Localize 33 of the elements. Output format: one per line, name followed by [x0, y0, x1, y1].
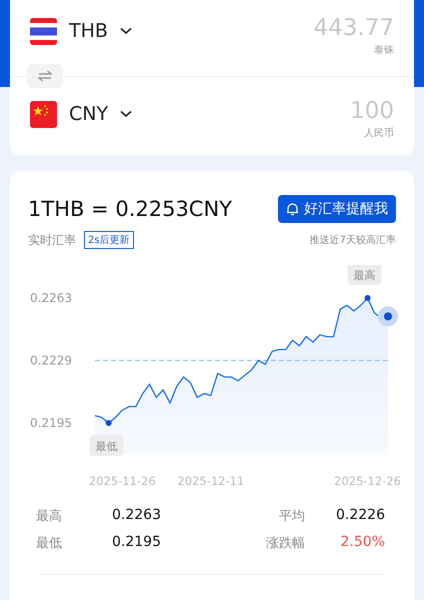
swap-icon: [38, 70, 52, 82]
stat-label: 平均: [278, 508, 305, 525]
stat-label: 最低: [36, 535, 62, 552]
stat-label: 最高: [36, 508, 62, 525]
currency-name: 人民币: [364, 126, 394, 140]
chevron-down-icon: [120, 110, 132, 118]
update-badge: 2s后更新: [84, 231, 134, 249]
y-tick-label: 0.2263: [30, 291, 72, 305]
currency-selector[interactable]: THB: [57, 20, 132, 42]
rate-alert-button[interactable]: 好汇率提醒我: [278, 195, 396, 223]
x-tick-label: 2025-12-11: [177, 474, 244, 488]
stat-value: 0.2263: [112, 507, 161, 525]
chevron-down-icon: [120, 27, 132, 35]
stat-value: 0.2195: [112, 534, 161, 552]
flag-icon: [30, 100, 57, 128]
stat-value: 0.2226: [335, 507, 385, 525]
y-tick-label: 0.2195: [30, 416, 72, 430]
y-tick-label: 0.2229: [30, 354, 72, 368]
swap-button[interactable]: [27, 64, 63, 88]
stat-label: 涨跌幅: [265, 535, 305, 552]
annotation: 最高: [354, 269, 376, 282]
exchange-rate: 1THB = 0.2253CNY: [28, 197, 232, 221]
annotation: 最低: [96, 440, 118, 453]
flag-icon: [30, 18, 57, 44]
current-point: [378, 306, 398, 326]
rate-label: 实时汇率: [28, 232, 76, 248]
bell-icon: [286, 202, 299, 216]
x-tick-label: 2025-11-26: [88, 474, 156, 488]
currency-selector[interactable]: CNY: [57, 103, 132, 125]
push-note: 推送近7天较高汇率: [310, 234, 396, 247]
x-tick-label: 2025-12-26: [334, 474, 401, 488]
stat-value: 2.50%: [340, 534, 385, 552]
currency-name: 泰铢: [374, 44, 394, 57]
